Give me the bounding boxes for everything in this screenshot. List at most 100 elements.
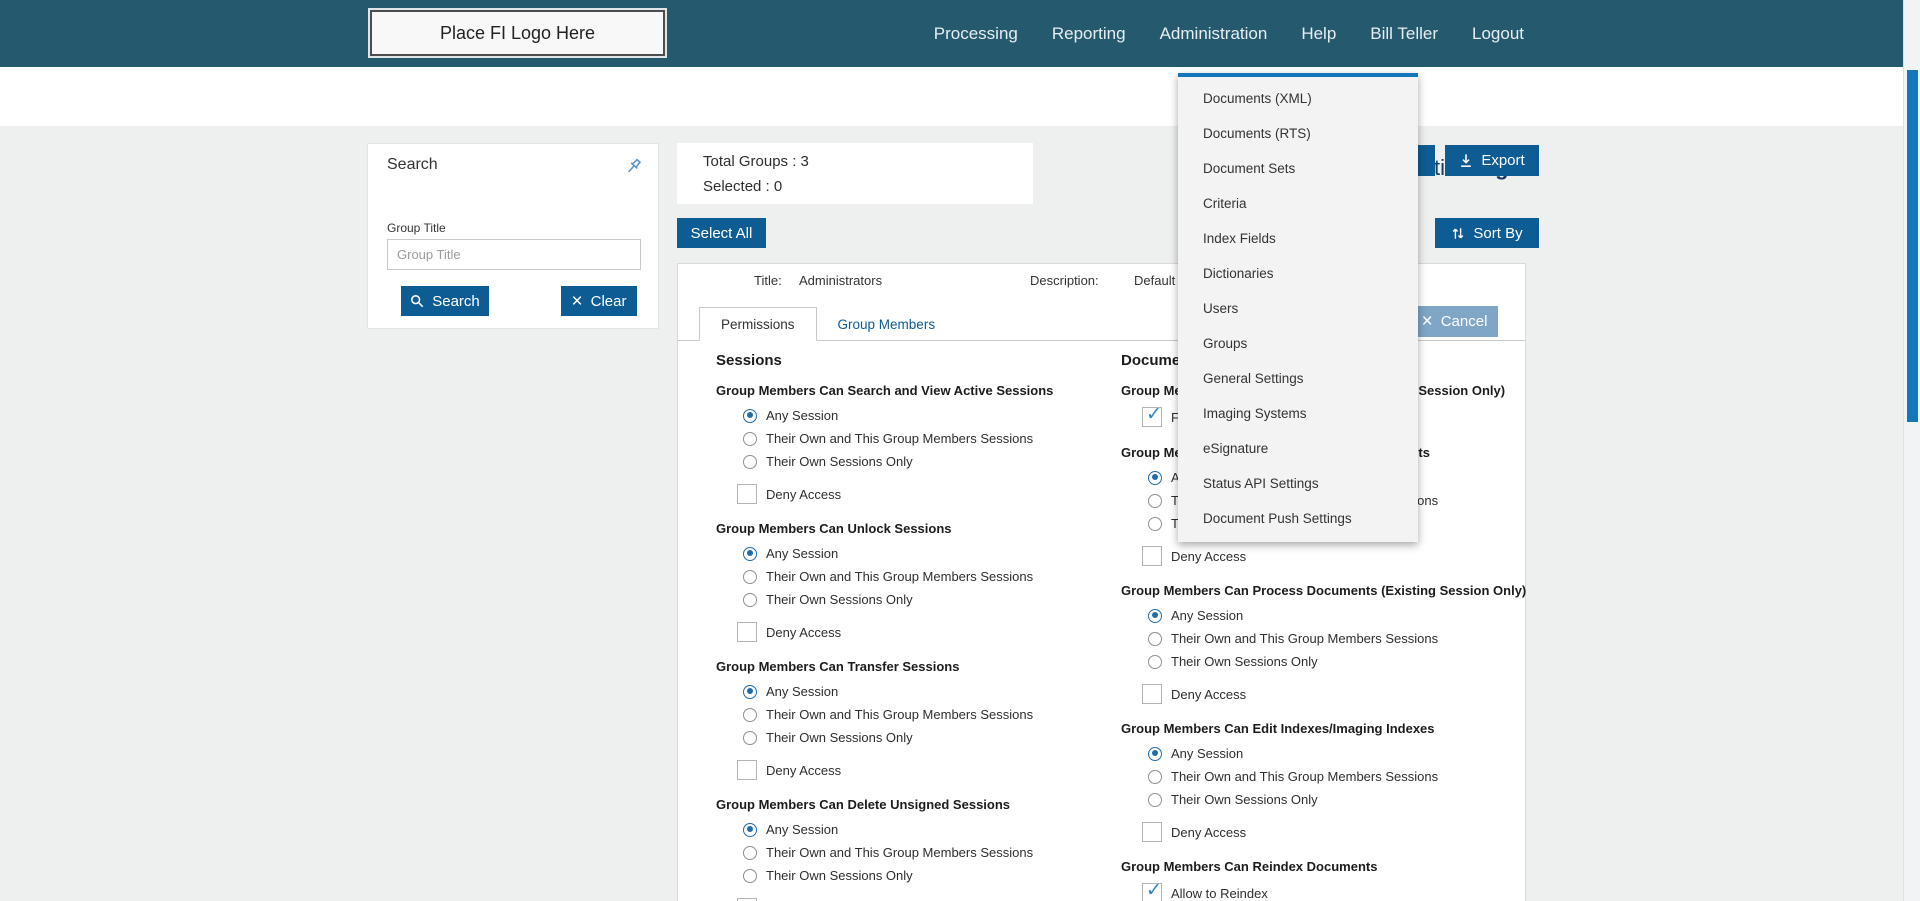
radio-option[interactable]: Their Own Sessions Only — [1121, 650, 1527, 673]
search-panel-title: Search — [387, 156, 438, 173]
radio-button[interactable] — [743, 684, 757, 699]
deny-access-checkbox[interactable] — [737, 484, 757, 504]
menu-item-imaging-systems[interactable]: Imaging Systems — [1178, 396, 1418, 431]
nav-item-reporting[interactable]: Reporting — [1052, 24, 1126, 44]
radio-option-label: Their Own Sessions Only — [766, 592, 913, 607]
radio-option[interactable]: Their Own and This Group Members Session… — [716, 703, 1111, 726]
radio-option-label: Any Session — [766, 408, 839, 423]
menu-item-general-settings[interactable]: General Settings — [1178, 361, 1418, 396]
menu-item-esignature[interactable]: eSignature — [1178, 431, 1418, 466]
radio-button[interactable] — [1148, 493, 1162, 508]
menu-item-status-api-settings[interactable]: Status API Settings — [1178, 466, 1418, 501]
deny-access-option[interactable]: Deny Access — [1121, 682, 1527, 706]
menu-item-document-sets[interactable]: Document Sets — [1178, 151, 1418, 186]
radio-button[interactable] — [743, 822, 757, 837]
nav-item-bill-teller[interactable]: Bill Teller — [1370, 24, 1438, 44]
deny-access-checkbox[interactable] — [1142, 684, 1162, 704]
radio-button[interactable] — [743, 592, 757, 607]
radio-option[interactable]: Any Session — [716, 542, 1111, 565]
close-icon: × — [571, 290, 583, 312]
deny-access-option[interactable]: Deny Access — [716, 482, 1111, 506]
cancel-button[interactable]: × Cancel — [1411, 306, 1498, 337]
nav-item-processing[interactable]: Processing — [934, 24, 1018, 44]
checkbox[interactable] — [1142, 881, 1162, 901]
permission-group: Group Members Can Reindex Documents Allow… — [1121, 859, 1527, 901]
radio-option[interactable]: Their Own and This Group Members Session… — [716, 565, 1111, 588]
vertical-scrollbar[interactable] — [1903, 0, 1920, 901]
radio-button[interactable] — [1148, 769, 1162, 784]
nav-item-logout[interactable]: Logout — [1472, 24, 1524, 44]
menu-item-criteria[interactable]: Criteria — [1178, 186, 1418, 221]
radio-button[interactable] — [1148, 470, 1162, 485]
page-header: Group Maintenance i Interactive Sign — [0, 67, 1920, 180]
deny-access-option[interactable]: Deny Access — [716, 620, 1111, 644]
radio-option[interactable]: Any Session — [716, 818, 1111, 841]
deny-access-checkbox[interactable] — [1142, 546, 1162, 566]
deny-access-option[interactable]: Deny Access — [1121, 820, 1527, 844]
radio-option[interactable]: Any Session — [1121, 742, 1527, 765]
radio-option-label: Their Own Sessions Only — [766, 868, 913, 883]
radio-button[interactable] — [743, 730, 757, 745]
radio-option[interactable]: Any Session — [1121, 604, 1527, 627]
radio-option[interactable]: Their Own Sessions Only — [716, 450, 1111, 473]
radio-option-label: Their Own and This Group Members Session… — [766, 569, 1034, 584]
deny-access-option[interactable]: Deny Access — [716, 758, 1111, 782]
select-all-button[interactable]: Select All — [677, 218, 766, 248]
radio-button[interactable] — [743, 868, 757, 883]
tab-permissions[interactable]: Permissions — [699, 307, 817, 341]
search-button[interactable]: Search — [401, 286, 489, 316]
radio-button[interactable] — [743, 546, 757, 561]
nav-item-help[interactable]: Help — [1301, 24, 1336, 44]
export-button-label: Export — [1481, 152, 1525, 169]
radio-button[interactable] — [1148, 746, 1162, 761]
radio-option[interactable]: Any Session — [716, 680, 1111, 703]
radio-button[interactable] — [1148, 516, 1162, 531]
export-button[interactable]: Export — [1445, 145, 1539, 176]
radio-option[interactable]: Their Own Sessions Only — [716, 864, 1111, 887]
menu-item-index-fields[interactable]: Index Fields — [1178, 221, 1418, 256]
radio-option[interactable]: Their Own and This Group Members Session… — [716, 427, 1111, 450]
radio-option[interactable]: Their Own Sessions Only — [716, 588, 1111, 611]
radio-option[interactable]: Their Own and This Group Members Session… — [1121, 765, 1527, 788]
radio-button[interactable] — [1148, 608, 1162, 623]
checkbox[interactable] — [1142, 405, 1162, 427]
radio-button[interactable] — [743, 431, 757, 446]
radio-option[interactable]: Their Own and This Group Members Session… — [1121, 627, 1527, 650]
deny-access-checkbox[interactable] — [737, 760, 757, 780]
radio-option-label: Their Own Sessions Only — [1171, 792, 1318, 807]
clear-button[interactable]: × Clear — [561, 286, 637, 316]
radio-button[interactable] — [743, 569, 757, 584]
pin-icon[interactable] — [622, 156, 644, 178]
administration-dropdown-menu: Documents (XML) Documents (RTS) Document… — [1178, 73, 1418, 542]
cancel-button-label: Cancel — [1440, 313, 1488, 330]
radio-button[interactable] — [743, 707, 757, 722]
deny-access-checkbox[interactable] — [737, 622, 757, 642]
group-title-input[interactable] — [387, 239, 641, 270]
radio-button[interactable] — [743, 845, 757, 860]
menu-item-documents-rts[interactable]: Documents (RTS) — [1178, 116, 1418, 151]
radio-option[interactable]: Their Own Sessions Only — [1121, 788, 1527, 811]
scrollbar-thumb[interactable] — [1907, 70, 1918, 422]
menu-item-users[interactable]: Users — [1178, 291, 1418, 326]
radio-button[interactable] — [1148, 631, 1162, 646]
radio-option[interactable]: Their Own and This Group Members Session… — [716, 841, 1111, 864]
menu-item-document-push-settings[interactable]: Document Push Settings — [1178, 501, 1418, 536]
deny-access-checkbox[interactable] — [1142, 822, 1162, 842]
menu-item-groups[interactable]: Groups — [1178, 326, 1418, 361]
radio-option-label: Their Own Sessions Only — [766, 730, 913, 745]
deny-access-option[interactable]: Deny Access — [1121, 544, 1527, 568]
menu-item-dictionaries[interactable]: Dictionaries — [1178, 256, 1418, 291]
radio-button[interactable] — [1148, 792, 1162, 807]
checkbox-option[interactable]: Allow to Reindex — [1121, 880, 1527, 901]
radio-button[interactable] — [743, 454, 757, 469]
permission-group-title: Group Members Can Unlock Sessions — [716, 521, 952, 536]
radio-option[interactable]: Their Own Sessions Only — [716, 726, 1111, 749]
nav-item-administration[interactable]: Administration — [1160, 24, 1268, 44]
radio-option[interactable]: Any Session — [716, 404, 1111, 427]
sort-by-button[interactable]: Sort By — [1435, 218, 1539, 248]
tab-group-members[interactable]: Group Members — [817, 307, 957, 341]
deny-access-option[interactable]: Deny Access — [716, 896, 1111, 901]
radio-button[interactable] — [1148, 654, 1162, 669]
radio-button[interactable] — [743, 408, 757, 423]
menu-item-documents-xml[interactable]: Documents (XML) — [1178, 81, 1418, 116]
